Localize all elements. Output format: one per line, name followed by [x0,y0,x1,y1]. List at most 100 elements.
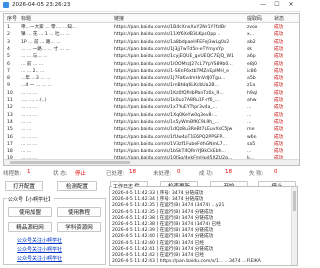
row-link: https://pan.baidu.com/s/11Xf6XdB3LKpsOpp… [114,32,221,38]
row-index: 18 [7,149,13,155]
table-row[interactable]: 18 ... ... https://pan.baidu.com/s/1bSkT4Q… [4,148,299,155]
row-code: ic86 [247,68,257,74]
row-code: h9ql [247,90,258,96]
table-row[interactable]: 14 ... ... https://pan.baidu.com/s/1s5yWmB… [4,119,299,126]
row-title: ... 前 ... ... [21,61,44,67]
table-row[interactable]: 15 ... ... https://pan.baidu.com/s/1dQz8u3… [4,126,299,133]
source-site-button[interactable]: 精品源码网 [8,222,52,232]
row-title: ... ... ... [21,90,38,96]
maximize-button[interactable]: ☐ [272,1,282,9]
row-index: 16 [7,134,13,140]
row-status: 成功 [274,61,284,67]
table-row[interactable]: 8 ...年 ...3 ... ... https://pan.baidu.com/… [4,75,299,82]
open-config-button[interactable]: 打开配置 [5,181,43,191]
log-line: 2026-4-5 11:42:38 ] 在运行(B) 3474 分链成功 [112,215,214,221]
col-index-header[interactable]: 序号 [7,15,17,22]
check-config-button[interactable]: 检测配置 [57,181,97,191]
app-icon [3,2,9,8]
log-line: 2026-4-5 11:42:41 ] 在运行(B) 3474 分链成功 [112,246,214,252]
promo-group: 公众号【小啊学社】 使用加盟 使用教程 精品源码网 学科资源网 公众号关注小啊学… [3,196,106,265]
minimize-button[interactable]: — [258,1,268,9]
row-status: 成功 [274,54,284,60]
log-line: 2026-4-5 11:42:35 ] 在运行(B) 3474 (3474) .… [112,203,225,209]
col-link-header[interactable]: 链接 [114,15,124,22]
row-status: 成功 [274,134,284,140]
table-row[interactable]: 11 ..., ..., ...(..) https://pan.baidu.com… [4,97,299,104]
status-bar: 线程数: 1 状 态: 停止 已处理: 18 未处理: 0 成 功: 18 失 … [3,169,298,177]
state-value: 停止 [75,171,87,177]
horizontal-scrollbar[interactable] [4,159,299,165]
row-link: https://pan.baidu.com/s/1J3jj7wTd5n-eTYm… [114,46,224,52]
fail-value: 0 [274,169,278,175]
row-code: sk [247,46,253,52]
row-title: ... ... ... [21,134,38,140]
tutorial-button[interactable]: 使用教程 [57,207,101,217]
follow-link-2[interactable]: 公众号关注小啊学社 [17,246,62,253]
row-status: 成功 [274,119,284,125]
row-link: https://pan.baidu.com/s/1a8bdpaeHFEFeJ3w… [114,39,230,45]
row-index: 4 [7,46,10,52]
table-header: 序号 标题 链接 提取码 状态 [4,14,299,23]
window-title: 2026-04-05 23:26:23 [12,2,71,8]
row-title: ... ... 一路... ... 寸 ... ... [21,46,70,52]
row-code: ahw [247,98,257,103]
row-title: 1P ... 前 ... 路... ... [21,39,61,45]
row-code: rne [247,127,255,133]
row-link: https://pan.baidu.com/s/1k0uz7A8Ru1F-rf6… [114,98,220,103]
row-link: https://pan.baidu.com/s/1cyjEQUE_gvUEQC7… [114,54,234,60]
table-row[interactable]: 9 ...4 一 ... ... ... https://pan.baidu.com… [4,82,299,89]
row-index: 10 [7,90,13,96]
row-status: 成功 [274,32,284,38]
row-status: 成功 [274,141,284,147]
table-row[interactable]: 1 帝...一大家 ... 零.... ...知... https://pan.ba… [4,24,299,31]
row-status: 成功 [274,25,284,30]
log-scrollbar-thumb[interactable] [293,191,296,211]
resource-site-button[interactable]: 学科资源网 [57,222,101,232]
row-link: https://pan.baidu.com/s/1bSkT4QRnYJBkCkE… [114,149,226,155]
table-row[interactable]: 5 ... ... 与... ... https://pan.baidu.com/… [4,53,299,60]
row-status: 成功 [274,127,284,133]
log-line: 2026-4-5 11:42:43 ] https://pan.baidu.co… [112,259,261,265]
col-title-header[interactable]: 标题 [21,15,31,22]
row-link: https://pan.baidu.com/s/1fUw4oT1E6PQ2PPS… [114,134,226,140]
row-title: ... ... [21,149,32,155]
log-line: 2026-4-5 11:42:40 ] 在运行(B) 3474 分链成功 [112,234,214,240]
log-line: 2026-4-5 11:42:35 ] 在运行(B) 3474 分链成功 [112,209,214,215]
row-code: ... [247,149,252,155]
table-row[interactable]: 6 ... 前 ... ... https://pan.baidu.com/s/1I… [4,61,299,68]
row-link: https://pan.baidu.com/s/1IOOMrzJ27cL7YpY… [114,61,233,67]
table-row[interactable]: 17 ... ... ... https://pan.baidu.com/s/1V3… [4,141,299,148]
row-index: 17 [7,141,13,147]
close-button[interactable]: ✕ [286,1,296,9]
follow-link-1[interactable]: 公众号关注小啊学社 [17,237,62,244]
table-row[interactable]: 2 镇 ... 花 ... 1 ... 吐... ... https://pan.b… [4,31,299,38]
scrollbar-thumb[interactable] [10,161,130,164]
row-status: 成功 [274,112,284,118]
row-index: 8 [7,76,10,82]
row-link: https://pan.baidu.com/s/1Kz0fQfHbPbnTz0x… [114,90,224,96]
table-row[interactable]: 16 ... ... ... https://pan.baidu.com/s/1fU… [4,134,299,141]
processed-value: 18 [129,169,136,175]
row-title: ... ... [21,119,32,125]
row-title: ... ... ... [21,112,38,118]
row-status: 成功 [274,90,284,96]
row-link: https://pan.baidu.com/s/1B4cXnxXuY2Nr1Y?… [114,25,227,30]
work-log[interactable]: 2026-4-5 11:42:33 ] 序号: 3474 分链成功 2026-4-… [109,186,298,266]
table-row[interactable]: 7 ... ... 2.. ... https://pan.baidu.com/s… [4,68,299,75]
table-row[interactable]: 10 ... ... ... https://pan.baidu.com/s/1Kz… [4,90,299,97]
follow-link-3[interactable]: 公众号关注小啊学社 [17,255,62,262]
row-status: 成功 [274,39,284,45]
row-index: 3 [7,39,10,45]
work-log-title: 工作日志 [112,183,135,190]
log-scrollbar[interactable] [291,187,297,265]
col-status-header[interactable]: 状态 [274,15,284,22]
results-table[interactable]: 序号 标题 链接 提取码 状态 1 帝...一大家 ... 零.... ...知.… [3,13,300,166]
join-button[interactable]: 使用加盟 [8,207,52,217]
table-row[interactable]: 3 1P ... 前 ... 路... ... https://pan.baidu.… [4,39,299,46]
row-title: ... ... [21,127,32,133]
table-row[interactable]: 12 ... ... ... https://pan.baidu.com/s/1x7… [4,104,299,111]
table-row[interactable]: 13 ... ... ... https://pan.baidu.com/s/1Xq… [4,112,299,119]
table-row[interactable]: 4 ... ... 一路... ... 寸 ... ... https://pan.… [4,46,299,53]
col-code-header[interactable]: 提取码 [247,15,262,22]
row-index: 7 [7,68,10,74]
